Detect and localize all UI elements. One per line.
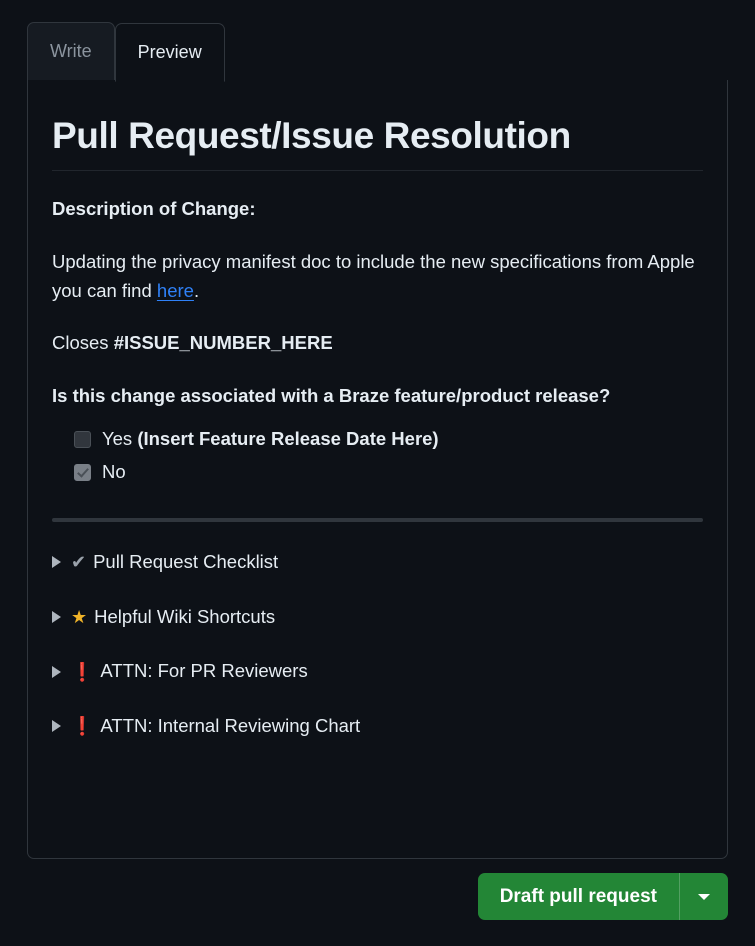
- details-label-attn-internal-reviewing-chart: ATTN: Internal Reviewing Chart: [100, 715, 361, 737]
- details-helpful-wiki-shortcuts[interactable]: ★ Helpful Wiki Shortcuts: [52, 603, 703, 632]
- editor-tabs: Write Preview: [27, 22, 728, 82]
- details-attn-pr-reviewers[interactable]: ❗ ATTN: For PR Reviewers: [52, 657, 703, 686]
- tab-preview-label: Preview: [137, 42, 202, 62]
- details-label-helpful-wiki-shortcuts: Helpful Wiki Shortcuts: [94, 605, 276, 627]
- apple-spec-link[interactable]: here: [157, 280, 194, 301]
- draft-pull-request-button[interactable]: Draft pull request: [478, 873, 679, 920]
- task-label-yes-text: Yes: [102, 427, 138, 449]
- tab-filler: [224, 22, 728, 81]
- details-pull-request-checklist[interactable]: ✔ Pull Request Checklist: [52, 548, 703, 577]
- exclamation-emoji-icon: ❗: [71, 716, 94, 737]
- details-label-pull-request-checklist: Pull Request Checklist: [93, 551, 279, 573]
- details-attn-internal-reviewing-chart[interactable]: ❗ ATTN: Internal Reviewing Chart: [52, 712, 703, 741]
- closes-issue-number: #ISSUE_NUMBER_HERE: [113, 332, 333, 354]
- exclamation-emoji-icon: ❗: [71, 661, 94, 682]
- description-heading-text: Description of Change:: [52, 198, 256, 220]
- description-paragraph: Updating the privacy manifest doc to inc…: [52, 248, 703, 305]
- checkbox-yes-unchecked[interactable]: [74, 430, 91, 448]
- checkbox-no-checked[interactable]: [74, 464, 91, 482]
- release-question-text: Is this change associated with a Braze f…: [52, 385, 611, 407]
- disclosure-triangle-icon[interactable]: [52, 665, 61, 678]
- draft-pull-request-dropdown-button[interactable]: [680, 873, 728, 920]
- task-label-no: No: [102, 461, 126, 483]
- preview-panel: Pull Request/Issue Resolution Descriptio…: [27, 80, 728, 859]
- check-mark-emoji-icon: ✔: [71, 552, 87, 573]
- description-heading: Description of Change:: [52, 195, 703, 224]
- task-item-yes[interactable]: Yes (Insert Feature Release Date Here): [74, 425, 703, 454]
- task-label-yes-bold: (Insert Feature Release Date Here): [137, 427, 439, 449]
- description-text-before-link: Updating the privacy manifest doc to inc…: [52, 251, 695, 301]
- details-label-attn-pr-reviewers: ATTN: For PR Reviewers: [100, 660, 308, 682]
- description-text-after-link: .: [193, 279, 200, 301]
- chevron-down-icon: [698, 893, 710, 900]
- release-tasklist: Yes (Insert Feature Release Date Here) N…: [52, 425, 703, 487]
- closes-prefix: Closes: [52, 332, 114, 354]
- section-divider: [52, 518, 703, 523]
- tab-preview[interactable]: Preview: [114, 23, 225, 82]
- disclosure-triangle-icon[interactable]: [52, 556, 61, 569]
- release-question: Is this change associated with a Braze f…: [52, 382, 703, 411]
- closes-line: Closes #ISSUE_NUMBER_HERE: [52, 329, 703, 358]
- tab-write[interactable]: Write: [27, 22, 115, 81]
- star-emoji-icon: ★: [71, 607, 88, 628]
- task-label-yes: Yes (Insert Feature Release Date Here): [102, 425, 439, 454]
- task-item-no[interactable]: No: [74, 458, 703, 487]
- disclosure-triangle-icon[interactable]: [52, 611, 61, 624]
- tab-write-label: Write: [50, 41, 92, 61]
- draft-pull-request-split-button: Draft pull request: [477, 873, 728, 920]
- form-actions: Draft pull request: [27, 873, 728, 920]
- disclosure-triangle-icon[interactable]: [52, 720, 61, 733]
- draft-pull-request-label: Draft pull request: [499, 885, 657, 907]
- page-title: Pull Request/Issue Resolution: [52, 114, 703, 172]
